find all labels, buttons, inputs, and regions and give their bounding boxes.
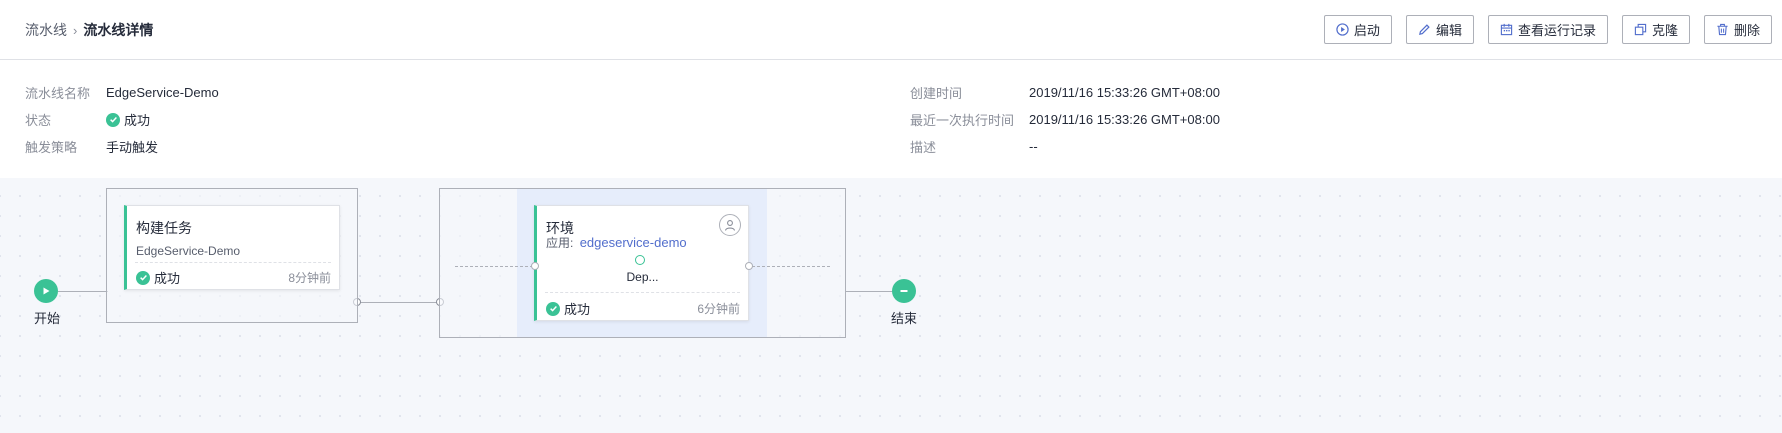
name-label: 流水线名称 — [25, 86, 91, 101]
name-value: EdgeService-Demo — [106, 85, 219, 100]
breadcrumb: 流水线 › 流水线详情 — [25, 20, 153, 40]
pipeline-canvas: 开始 构建任务 EdgeService-Demo 成功 8分钟前 环境 应用: … — [0, 178, 1782, 433]
breadcrumb-parent[interactable]: 流水线 — [25, 20, 67, 40]
created-value: 2019/11/16 15:33:26 GMT+08:00 — [1029, 85, 1220, 100]
pencil-icon — [1418, 24, 1430, 35]
trigger-value: 手动触发 — [106, 140, 159, 155]
page-header: 流水线 › 流水线详情 启动 编辑 查看运行记录 克隆 删除 — [0, 0, 1782, 60]
step-status-circle — [635, 255, 645, 265]
info-desc-row: 描述 -- — [910, 137, 1038, 156]
copy-icon — [1634, 23, 1647, 36]
last-run-label: 最近一次执行时间 — [910, 113, 1015, 128]
connector-port — [745, 262, 753, 270]
trigger-label: 触发策略 — [25, 140, 78, 155]
play-circle-icon — [1336, 23, 1349, 36]
end-node[interactable] — [892, 279, 916, 303]
build-task-status: 成功 — [136, 268, 180, 287]
info-status-row: 状态 成功 — [25, 110, 150, 129]
minus-icon — [900, 290, 908, 292]
check-circle-icon — [546, 301, 560, 316]
start-label: 开始 — [34, 311, 61, 326]
edit-button[interactable]: 编辑 — [1405, 15, 1474, 44]
start-node[interactable] — [34, 279, 58, 303]
dashed-connector — [455, 266, 533, 267]
build-task-title: 构建任务 — [136, 220, 192, 236]
build-task-subtitle: EdgeService-Demo — [136, 244, 241, 258]
status-text: 成功 — [124, 113, 151, 128]
connector-end — [846, 291, 894, 292]
info-name-row: 流水线名称 EdgeService-Demo — [25, 83, 219, 102]
status-label: 状态 — [25, 113, 52, 128]
toolbar: 启动 编辑 查看运行记录 克隆 删除 — [1323, 15, 1772, 44]
created-label: 创建时间 — [910, 86, 963, 101]
user-icon[interactable] — [719, 214, 741, 236]
desc-value: -- — [1029, 139, 1038, 154]
deploy-app: 应用: edgeservice-demo — [546, 235, 687, 250]
deploy-env-status: 成功 — [546, 299, 590, 318]
calendar-icon — [1500, 23, 1513, 36]
start-button[interactable]: 启动 — [1323, 15, 1392, 44]
check-circle-icon — [106, 112, 120, 127]
divider — [135, 262, 331, 263]
pipeline-info: 流水线名称 EdgeService-Demo 状态 成功 触发策略 手动触发 创… — [0, 60, 1782, 178]
deploy-env-card[interactable]: 环境 应用: edgeservice-demo Dep... 成功 6分钟前 — [534, 205, 749, 321]
view-history-button[interactable]: 查看运行记录 — [1487, 15, 1608, 44]
build-task-time: 8分钟前 — [288, 271, 331, 285]
app-link[interactable]: edgeservice-demo — [580, 235, 687, 250]
dashed-connector — [752, 266, 830, 267]
connector-port — [531, 262, 539, 270]
deploy-step-name[interactable]: Dep... — [537, 270, 748, 284]
check-circle-icon — [136, 270, 150, 285]
page-title: 流水线详情 — [83, 22, 154, 38]
deploy-env-time: 6分钟前 — [697, 302, 740, 316]
connector-build-deploy — [358, 302, 441, 303]
divider — [545, 292, 740, 293]
clone-button[interactable]: 克隆 — [1621, 15, 1690, 44]
info-trigger-row: 触发策略 手动触发 — [25, 137, 158, 156]
trash-icon — [1717, 23, 1728, 36]
status-value: 成功 — [106, 110, 150, 129]
connector-start — [58, 291, 108, 292]
desc-label: 描述 — [910, 140, 937, 155]
info-last-run-row: 最近一次执行时间 2019/11/16 15:33:26 GMT+08:00 — [910, 110, 1220, 129]
play-icon — [43, 287, 50, 295]
info-created-row: 创建时间 2019/11/16 15:33:26 GMT+08:00 — [910, 83, 1220, 102]
delete-button[interactable]: 删除 — [1703, 15, 1772, 44]
end-label: 结束 — [891, 311, 918, 326]
last-run-value: 2019/11/16 15:33:26 GMT+08:00 — [1029, 112, 1220, 127]
breadcrumb-separator: › — [73, 22, 78, 38]
build-task-card[interactable]: 构建任务 EdgeService-Demo 成功 8分钟前 — [124, 205, 340, 290]
